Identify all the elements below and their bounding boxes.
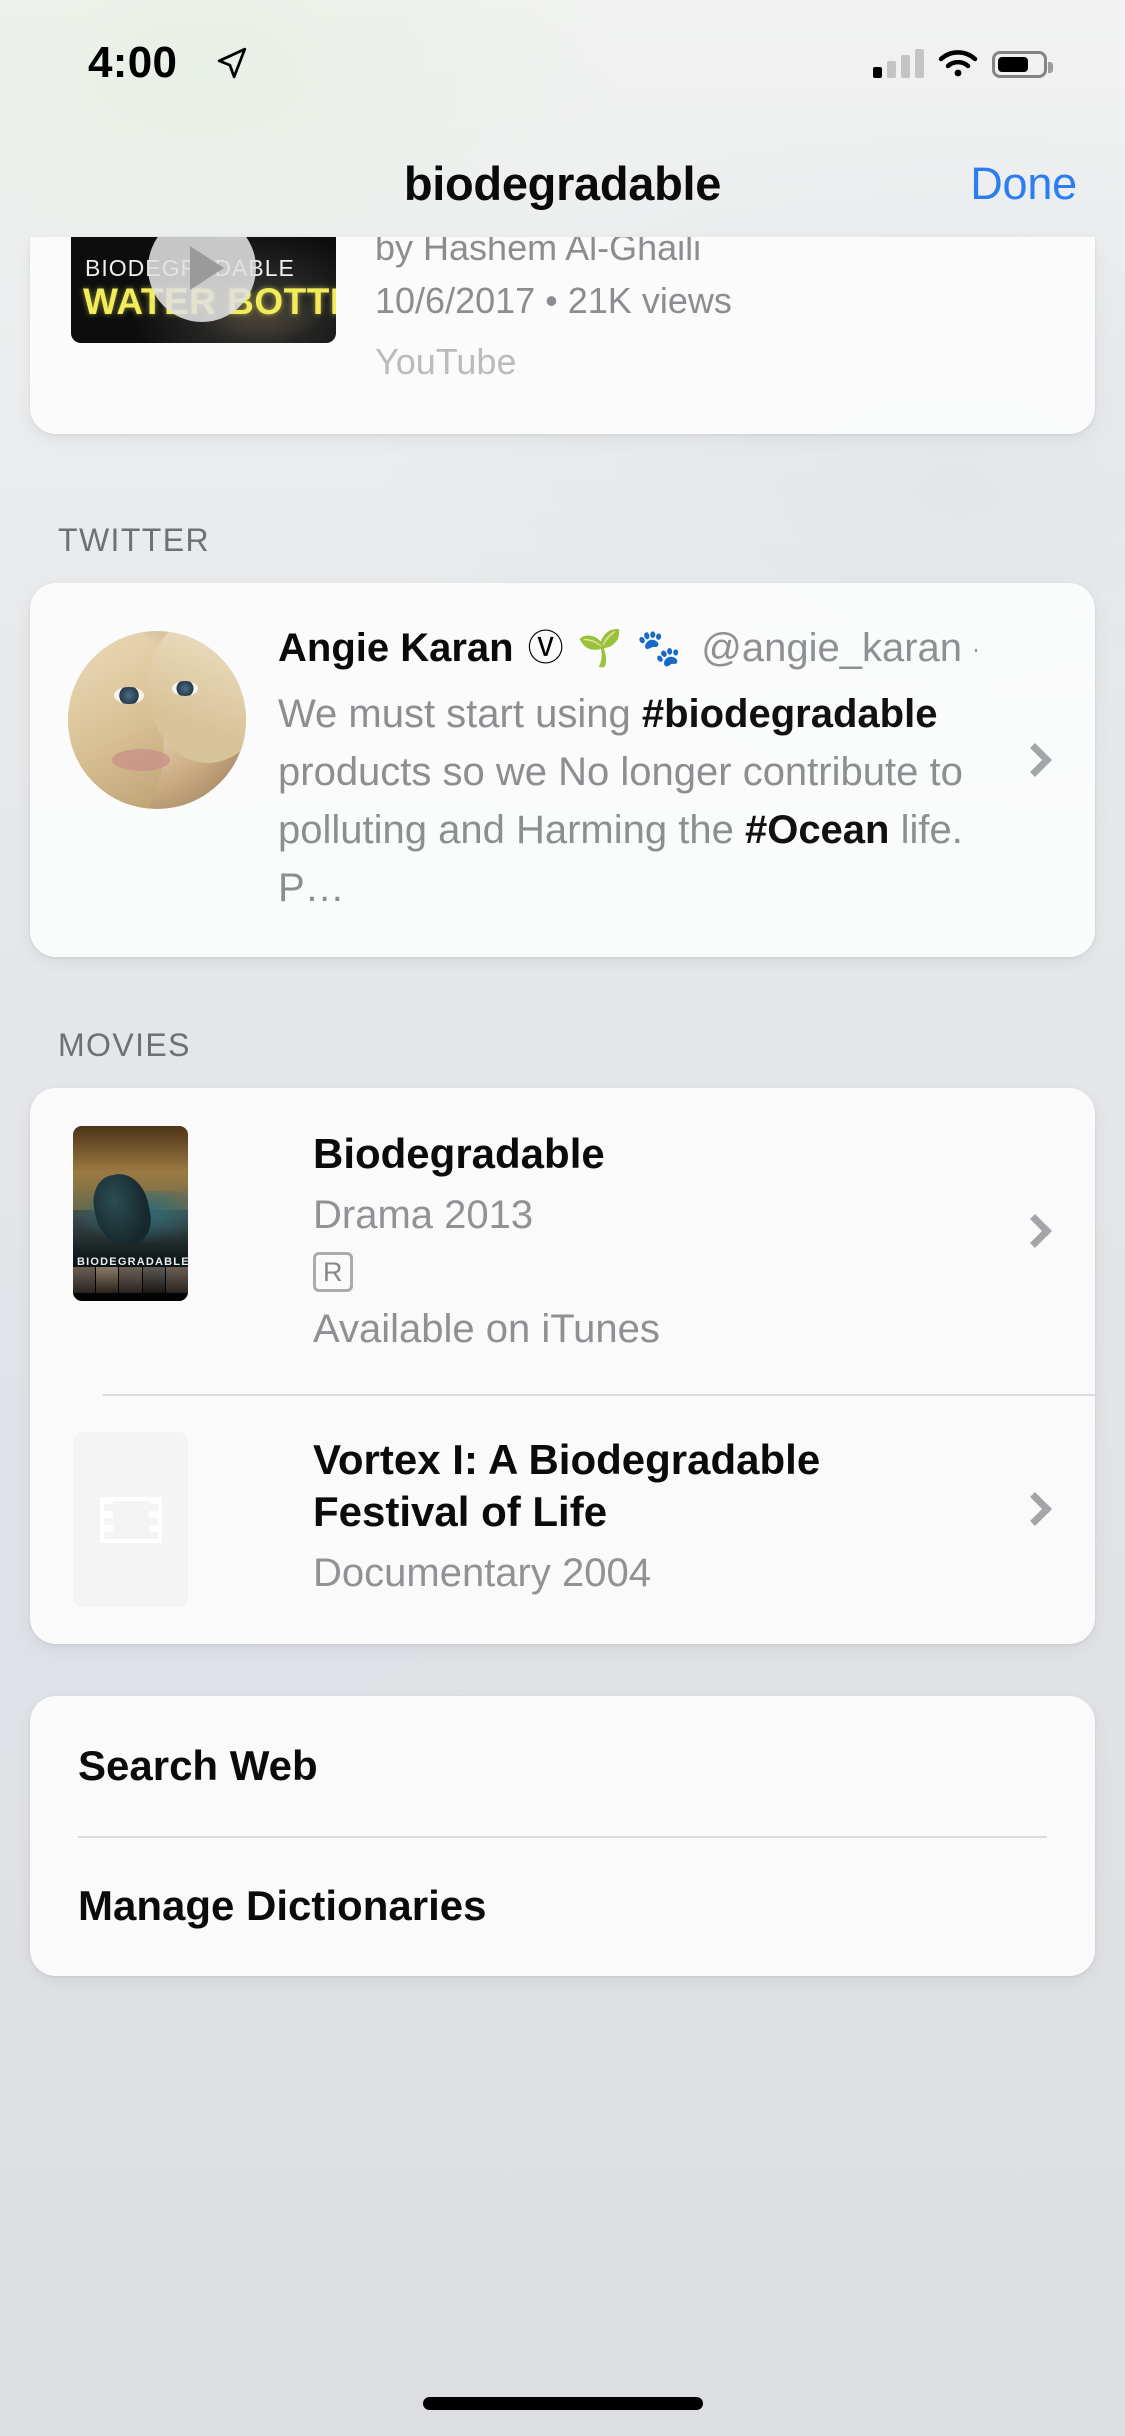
movie-info: Biodegradable Drama 2013 R Available on … bbox=[313, 1128, 1095, 1354]
movie-genre-year: Documentary 2004 bbox=[313, 1551, 651, 1595]
movie-poster: BIODEGRADABLE bbox=[73, 1126, 188, 1301]
section-header-movies: MOVIES bbox=[58, 1027, 191, 1063]
video-author: by Hashem Al-Ghaili bbox=[375, 237, 702, 268]
poster-cast-strip bbox=[73, 1267, 188, 1293]
signal-bars-icon bbox=[873, 49, 924, 78]
movie-title: Biodegradable bbox=[313, 1130, 605, 1177]
movie-info: Vortex I: A Biodegradable Festival of Li… bbox=[313, 1434, 1095, 1598]
video-source: YouTube bbox=[375, 341, 517, 382]
status-bar-indicators bbox=[873, 42, 1053, 78]
manage-dictionaries-label: Manage Dictionaries bbox=[78, 1882, 487, 1929]
rating-badge: R bbox=[313, 1252, 353, 1292]
row-divider bbox=[103, 1394, 1095, 1396]
movie-row[interactable]: BIODEGRADABLE Biodegradable Drama 2013 R… bbox=[30, 1088, 1095, 1394]
search-results-scroll[interactable]: BIODEGRADABLE WATER BOTTLE by Hashem Al-… bbox=[0, 237, 1125, 2436]
done-button[interactable]: Done bbox=[970, 158, 1077, 210]
tweet-display-name: Angie Karan bbox=[278, 626, 514, 670]
video-date-views: 10/6/2017 • 21K views bbox=[375, 280, 732, 321]
actions-card: Search Web Manage Dictionaries bbox=[30, 1696, 1095, 1976]
page-title: biodegradable bbox=[403, 157, 722, 210]
film-placeholder-icon bbox=[73, 1432, 188, 1607]
status-bar-time: 4:00 bbox=[88, 38, 178, 87]
youtube-result-card[interactable]: BIODEGRADABLE WATER BOTTLE by Hashem Al-… bbox=[30, 237, 1095, 434]
tweet-name-badges-icon: Ⓥ 🌱 🐾 bbox=[527, 627, 684, 668]
tweet-author-row: Angie Karan Ⓥ 🌱 🐾 @angie_karan - 6/… bbox=[278, 621, 977, 675]
status-bar: 4:00 bbox=[0, 0, 1125, 132]
movies-card: BIODEGRADABLE Biodegradable Drama 2013 R… bbox=[30, 1088, 1095, 1644]
avatar bbox=[68, 631, 246, 809]
tweet-handle-date: @angie_karan - 6/… bbox=[701, 626, 977, 670]
search-web-row[interactable]: Search Web bbox=[30, 1696, 1095, 1836]
iphone-screen: 4:00 biodegradable Done BIODEGRADABLE bbox=[0, 0, 1125, 2436]
row-divider bbox=[78, 1836, 1047, 1838]
section-header-twitter: TWITTER bbox=[58, 522, 210, 558]
movie-row[interactable]: Vortex I: A Biodegradable Festival of Li… bbox=[30, 1394, 1095, 1644]
manage-dictionaries-row[interactable]: Manage Dictionaries bbox=[30, 1836, 1095, 1976]
movie-genre-year: Drama 2013 bbox=[313, 1193, 534, 1237]
movie-title: Vortex I: A Biodegradable Festival of Li… bbox=[313, 1436, 821, 1535]
tweet-text: We must start using #biodegradable produ… bbox=[278, 692, 963, 910]
navigation-bar: biodegradable Done bbox=[0, 132, 1125, 237]
battery-icon bbox=[992, 51, 1053, 78]
home-indicator[interactable] bbox=[422, 2397, 703, 2410]
location-arrow-icon bbox=[217, 47, 247, 79]
movie-availability: Available on iTunes bbox=[313, 1307, 660, 1351]
tweet-card[interactable]: Angie Karan Ⓥ 🌱 🐾 @angie_karan - 6/… We … bbox=[30, 583, 1095, 957]
video-metadata: by Hashem Al-Ghaili 10/6/2017 • 21K view… bbox=[375, 237, 732, 383]
wifi-icon bbox=[938, 50, 978, 77]
search-web-label: Search Web bbox=[78, 1742, 318, 1789]
tweet-body: Angie Karan Ⓥ 🌱 🐾 @angie_karan - 6/… We … bbox=[278, 621, 1095, 917]
